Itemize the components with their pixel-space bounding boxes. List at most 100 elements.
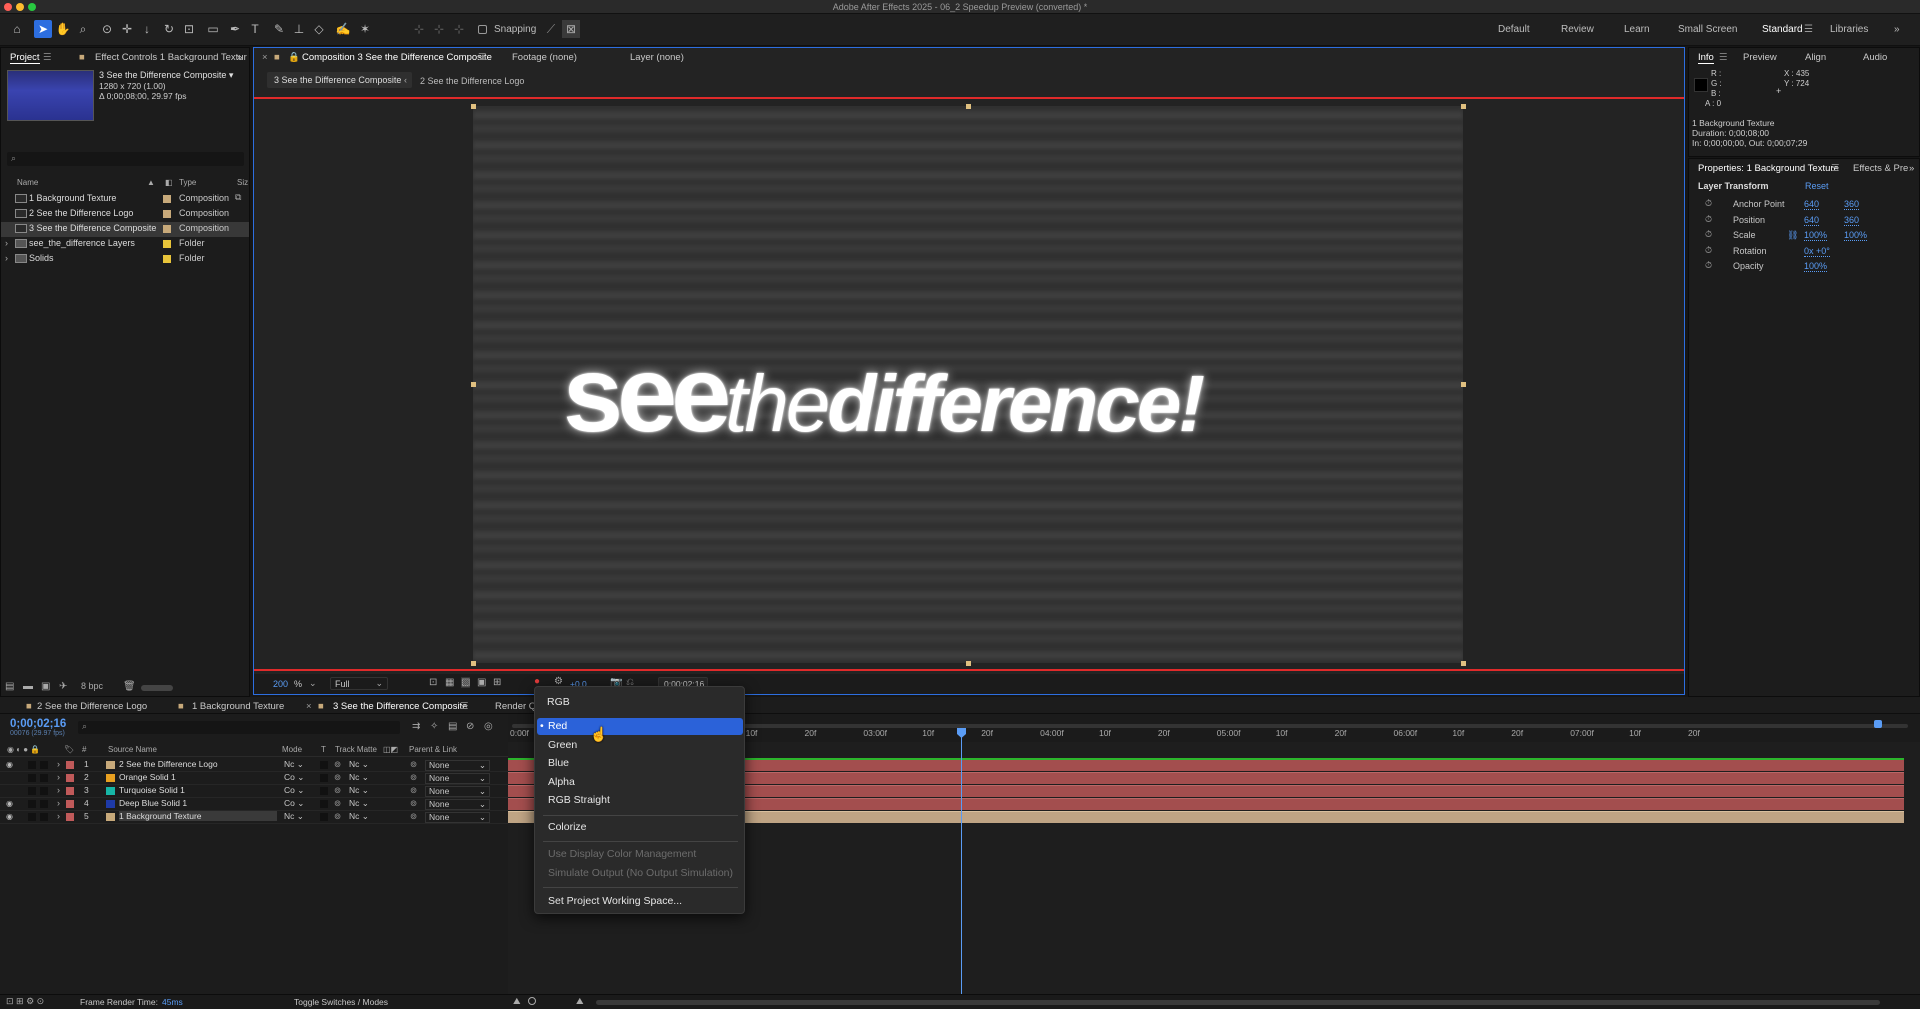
lock-checkbox[interactable] bbox=[40, 800, 48, 808]
axis-view-icon[interactable]: ⊹ bbox=[450, 20, 468, 38]
column-size[interactable]: Siz bbox=[237, 176, 248, 190]
parent-pickwhip-icon[interactable]: ⊚ bbox=[410, 785, 417, 796]
transparency-grid-icon[interactable]: ▦ bbox=[445, 677, 454, 688]
menu-item-alpha[interactable]: Alpha bbox=[548, 776, 575, 788]
property-value-1[interactable]: 100% bbox=[1804, 261, 1828, 272]
solo-checkbox[interactable] bbox=[28, 813, 36, 821]
timeline-scrollbar[interactable] bbox=[596, 1000, 1880, 1005]
grid-guides-icon[interactable]: ⊞ bbox=[493, 677, 501, 688]
workspace-review[interactable]: Review bbox=[1561, 24, 1594, 35]
expand-arrow-icon[interactable]: › bbox=[5, 238, 8, 248]
transform-handle[interactable] bbox=[966, 661, 971, 666]
transform-handle[interactable] bbox=[1461, 382, 1466, 387]
zoom-value[interactable]: 200 bbox=[273, 679, 288, 689]
parent-select[interactable]: None ⌄ bbox=[425, 786, 490, 797]
project-search-input[interactable]: ⌕ bbox=[7, 152, 244, 166]
close-window-icon[interactable] bbox=[4, 3, 12, 11]
resolution-select[interactable]: Full ⌄ bbox=[330, 677, 388, 690]
layer-row[interactable]: ◉ › 1 2 See the Difference Logo Nc ⌄ ⊚ Nc ⌄ ⊚ No… bbox=[0, 759, 508, 772]
tab-footage[interactable]: Footage (none) bbox=[512, 52, 577, 63]
track-matte-select[interactable]: Nc ⌄ bbox=[349, 785, 369, 796]
track-matte-link-icon[interactable]: ⊚ bbox=[334, 759, 341, 770]
breadcrumb-composite[interactable]: 3 See the Difference Composite bbox=[267, 72, 412, 88]
close-comp-tab-icon[interactable]: × bbox=[262, 52, 268, 63]
layer-row[interactable]: ◉ › 4 Deep Blue Solid 1 Co ⌄ ⊚ Nc ⌄ ⊚ None ⌄ bbox=[0, 798, 508, 811]
layer-row[interactable]: › 3 Turquoise Solid 1 Co ⌄ ⊚ Nc ⌄ ⊚ None ⌄ bbox=[0, 785, 508, 798]
tab-layer[interactable]: Layer (none) bbox=[630, 52, 684, 63]
panel-overflow-icon[interactable]: » bbox=[237, 52, 242, 63]
layer-name[interactable]: 2 See the Difference Logo bbox=[119, 759, 218, 769]
layer-name[interactable]: 1 Background Texture bbox=[119, 811, 277, 821]
transform-handle[interactable] bbox=[471, 661, 476, 666]
column-source-name[interactable]: Source Name bbox=[108, 743, 157, 757]
lock-checkbox[interactable] bbox=[40, 813, 48, 821]
menu-item-green[interactable]: Green bbox=[548, 739, 577, 751]
menu-header-rgb[interactable]: RGB bbox=[547, 696, 570, 708]
selection-tool-icon[interactable]: ➤ bbox=[34, 20, 52, 38]
layer-name[interactable]: Turquoise Solid 1 bbox=[119, 785, 185, 795]
workspace-libraries[interactable]: Libraries bbox=[1830, 24, 1868, 35]
render-icon[interactable]: ✈ bbox=[59, 681, 67, 692]
stopwatch-icon[interactable]: ⏱ bbox=[1705, 229, 1712, 240]
blend-mode-select[interactable]: Co ⌄ bbox=[284, 798, 304, 809]
eye-icon[interactable]: ◉ bbox=[6, 760, 13, 769]
parent-pickwhip-icon[interactable]: ⊚ bbox=[410, 772, 417, 783]
label-color-swatch[interactable] bbox=[66, 787, 74, 795]
preserve-transparency-checkbox[interactable] bbox=[320, 787, 328, 795]
close-timeline-tab-icon[interactable]: × bbox=[306, 701, 312, 712]
see-the-difference-logo[interactable]: seethedifference! bbox=[563, 331, 1205, 456]
eraser-tool-icon[interactable]: ◇ bbox=[310, 20, 328, 38]
timeline-search-input[interactable]: ⌕ bbox=[78, 721, 400, 734]
workspace-learn[interactable]: Learn bbox=[1624, 24, 1650, 35]
orbit-tool-icon[interactable]: ⊙ bbox=[98, 20, 116, 38]
tab-info[interactable]: Info bbox=[1698, 52, 1714, 64]
tab-project[interactable]: Project bbox=[10, 52, 40, 64]
transform-handle[interactable] bbox=[1461, 104, 1466, 109]
workspace-overflow-icon[interactable]: » bbox=[1894, 24, 1900, 35]
lock-checkbox[interactable] bbox=[40, 787, 48, 795]
transform-handle[interactable] bbox=[1461, 661, 1466, 666]
property-value-1[interactable]: 100% bbox=[1804, 230, 1828, 241]
layer-row[interactable]: › 2 Orange Solid 1 Co ⌄ ⊚ Nc ⌄ ⊚ None ⌄ bbox=[0, 772, 508, 785]
shy-icon[interactable]: ▤ bbox=[448, 721, 457, 732]
parent-select[interactable]: None ⌄ bbox=[425, 812, 490, 823]
minimize-window-icon[interactable] bbox=[16, 3, 24, 11]
column-track-matte[interactable]: Track Matte bbox=[335, 743, 377, 757]
fast-previews-icon[interactable]: ⊡ bbox=[429, 677, 437, 688]
pen-tool-icon[interactable]: ✒ bbox=[226, 20, 244, 38]
tab-effects-presets[interactable]: Effects & Pre bbox=[1853, 163, 1908, 174]
track-matte-select[interactable]: Nc ⌄ bbox=[349, 772, 369, 783]
parent-select[interactable]: None ⌄ bbox=[425, 773, 490, 784]
workspace-standard[interactable]: Standard bbox=[1762, 24, 1803, 35]
tab-composition[interactable]: Composition 3 See the Difference Composi… bbox=[302, 52, 492, 63]
transform-handle[interactable] bbox=[471, 104, 476, 109]
constrain-proportions-icon[interactable]: ⛓ bbox=[1787, 230, 1798, 241]
lock-checkbox[interactable] bbox=[40, 761, 48, 769]
property-value-2[interactable]: 100% bbox=[1844, 230, 1868, 241]
snap-option-icon[interactable]: ⟋ bbox=[542, 20, 560, 38]
track-matte-link-icon[interactable]: ⊚ bbox=[334, 785, 341, 796]
track-matte-select[interactable]: Nc ⌄ bbox=[349, 759, 369, 770]
menu-item-colorize[interactable]: Colorize bbox=[548, 821, 587, 833]
zoom-out-icon[interactable]: ⛰ bbox=[513, 996, 521, 1007]
column-name[interactable]: Name bbox=[17, 176, 38, 190]
tab-align[interactable]: Align bbox=[1805, 52, 1826, 63]
zoom-dropdown-icon[interactable]: ⌄ bbox=[309, 678, 317, 689]
reset-button[interactable]: Reset bbox=[1805, 181, 1829, 191]
solo-checkbox[interactable] bbox=[28, 761, 36, 769]
blend-mode-select[interactable]: Nc ⌄ bbox=[284, 759, 304, 770]
workspace-default[interactable]: Default bbox=[1498, 24, 1530, 35]
twirl-arrow-icon[interactable]: › bbox=[57, 785, 60, 795]
parent-select[interactable]: None ⌄ bbox=[425, 799, 490, 810]
column-mode[interactable]: Mode bbox=[282, 743, 302, 757]
zoom-tool-icon[interactable]: ⌕ bbox=[74, 20, 92, 38]
tab-effect-controls[interactable]: Effect Controls 1 Background Textur bbox=[95, 52, 247, 63]
new-comp-icon[interactable]: ▣ bbox=[41, 681, 50, 692]
sort-icon[interactable]: ▲ bbox=[147, 176, 155, 190]
mask-visibility-icon[interactable]: ▧ bbox=[461, 677, 471, 688]
preserve-transparency-checkbox[interactable] bbox=[320, 774, 328, 782]
solo-checkbox[interactable] bbox=[28, 774, 36, 782]
twirl-arrow-icon[interactable]: › bbox=[57, 772, 60, 782]
track-matte-link-icon[interactable]: ⊚ bbox=[334, 798, 341, 809]
axis-world-icon[interactable]: ⊹ bbox=[430, 20, 448, 38]
